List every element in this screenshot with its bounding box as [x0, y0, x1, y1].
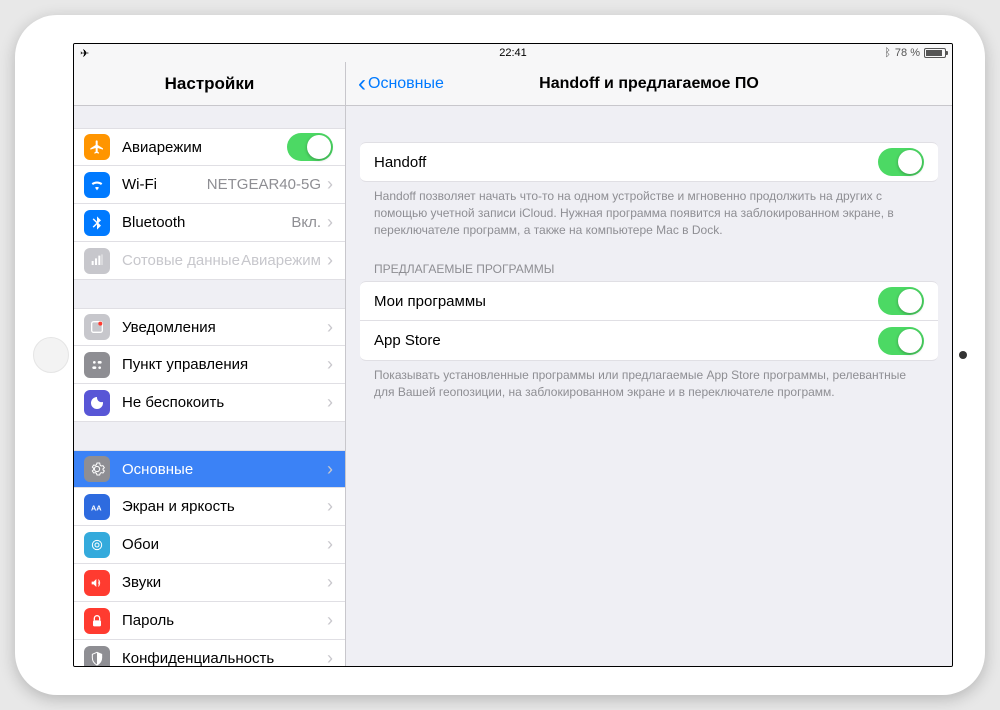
battery-percent: 78 %: [895, 47, 920, 59]
cell-icon: [84, 248, 110, 274]
setting-row: App Store: [360, 321, 938, 361]
display-icon: AA: [84, 494, 110, 520]
sidebar-item-cell: Сотовые данныеАвиарежим ›: [74, 242, 345, 280]
toggle-switch[interactable]: [287, 133, 333, 161]
sidebar-item-label: Авиарежим: [122, 139, 287, 156]
sidebar-item-bt[interactable]: BluetoothВкл. ›: [74, 204, 345, 242]
back-label: Основные: [368, 75, 444, 93]
sidebar-item-value: Авиарежим: [241, 252, 321, 269]
sidebar-item-label: Уведомления: [122, 319, 325, 336]
sidebar-item-label: Wi-Fi: [122, 176, 207, 193]
chevron-right-icon: ›: [327, 496, 333, 517]
chevron-right-icon: ›: [327, 459, 333, 480]
bt-icon: [84, 210, 110, 236]
sound-icon: [84, 570, 110, 596]
sidebar-item-notif[interactable]: Уведомления›: [74, 308, 345, 346]
back-button[interactable]: ‹ Основные: [358, 72, 444, 96]
sidebar-item-label: Bluetooth: [122, 214, 291, 231]
notif-icon: [84, 314, 110, 340]
gear-icon: [84, 456, 110, 482]
sidebar-item-value: NETGEAR40-5G: [207, 176, 321, 193]
setting-label: Handoff: [374, 154, 878, 171]
sidebar-item-label: Пункт управления: [122, 356, 325, 373]
home-button[interactable]: [33, 337, 69, 373]
chevron-right-icon: ›: [327, 648, 333, 666]
setting-row: Handoff: [360, 142, 938, 182]
sidebar-item-lock[interactable]: Пароль›: [74, 602, 345, 640]
sidebar-item-airplane[interactable]: Авиарежим: [74, 128, 345, 166]
section-header: ПРЕДЛАГАЕМЫЕ ПРОГРАММЫ: [360, 262, 938, 281]
dnd-icon: [84, 390, 110, 416]
sidebar-item-privacy[interactable]: Конфиденциальность›: [74, 640, 345, 666]
sidebar-item-label: Обои: [122, 536, 325, 553]
toggle-switch[interactable]: [878, 148, 924, 176]
chevron-right-icon: ›: [327, 392, 333, 413]
sidebar-item-label: Не беспокоить: [122, 394, 325, 411]
chevron-right-icon: ›: [327, 354, 333, 375]
chevron-right-icon: ›: [327, 212, 333, 233]
sidebar-item-wifi[interactable]: Wi-FiNETGEAR40-5G ›: [74, 166, 345, 204]
chevron-right-icon: ›: [327, 317, 333, 338]
sidebar-item-dnd[interactable]: Не беспокоить›: [74, 384, 345, 422]
sidebar-item-value: Вкл.: [291, 214, 321, 231]
sidebar-item-sound[interactable]: Звуки›: [74, 564, 345, 602]
chevron-right-icon: ›: [327, 174, 333, 195]
sidebar-item-gear[interactable]: Основные›: [74, 450, 345, 488]
camera-dot: [959, 351, 967, 359]
wall-icon: [84, 532, 110, 558]
sidebar-item-display[interactable]: AA Экран и яркость›: [74, 488, 345, 526]
setting-row: Мои программы: [360, 281, 938, 321]
sidebar-item-label: Звуки: [122, 574, 325, 591]
sidebar-item-wall[interactable]: Обои›: [74, 526, 345, 564]
chevron-right-icon: ›: [327, 572, 333, 593]
settings-sidebar: Настройки АвиарежимWi-FiNETGEAR40-5G›Blu…: [74, 62, 346, 666]
chevron-right-icon: ›: [327, 610, 333, 631]
section-footer: Handoff позволяет начать что-то на одном…: [360, 182, 938, 238]
detail-pane: ‹ Основные Handoff и предлагаемое ПО Han…: [346, 62, 952, 666]
chevron-left-icon: ‹: [358, 72, 366, 96]
sidebar-item-label: Сотовые данные: [122, 252, 241, 269]
chevron-right-icon: ›: [327, 250, 333, 271]
toggle-switch[interactable]: [878, 327, 924, 355]
lock-icon: [84, 608, 110, 634]
sidebar-item-label: Конфиденциальность: [122, 650, 325, 666]
svg-text:AA: AA: [91, 503, 102, 512]
sidebar-item-label: Пароль: [122, 612, 325, 629]
privacy-icon: [84, 646, 110, 667]
toggle-switch[interactable]: [878, 287, 924, 315]
chevron-right-icon: ›: [327, 534, 333, 555]
airplane-icon: [84, 134, 110, 160]
battery-icon: [924, 48, 946, 58]
bluetooth-icon: ᛒ: [884, 47, 891, 59]
sidebar-item-label: Экран и яркость: [122, 498, 325, 515]
status-time: 22:41: [499, 47, 527, 59]
sidebar-title: Настройки: [165, 74, 255, 94]
airplane-icon: ✈: [80, 47, 89, 60]
section-footer: Показывать установленные программы или п…: [360, 361, 938, 401]
setting-label: Мои программы: [374, 293, 878, 310]
sidebar-item-cc[interactable]: Пункт управления›: [74, 346, 345, 384]
cc-icon: [84, 352, 110, 378]
detail-title: Handoff и предлагаемое ПО: [539, 75, 759, 93]
sidebar-item-label: Основные: [122, 461, 325, 478]
setting-label: App Store: [374, 332, 878, 349]
status-bar: ✈ 22:41 ᛒ 78 %: [74, 44, 952, 62]
wifi-icon: [84, 172, 110, 198]
